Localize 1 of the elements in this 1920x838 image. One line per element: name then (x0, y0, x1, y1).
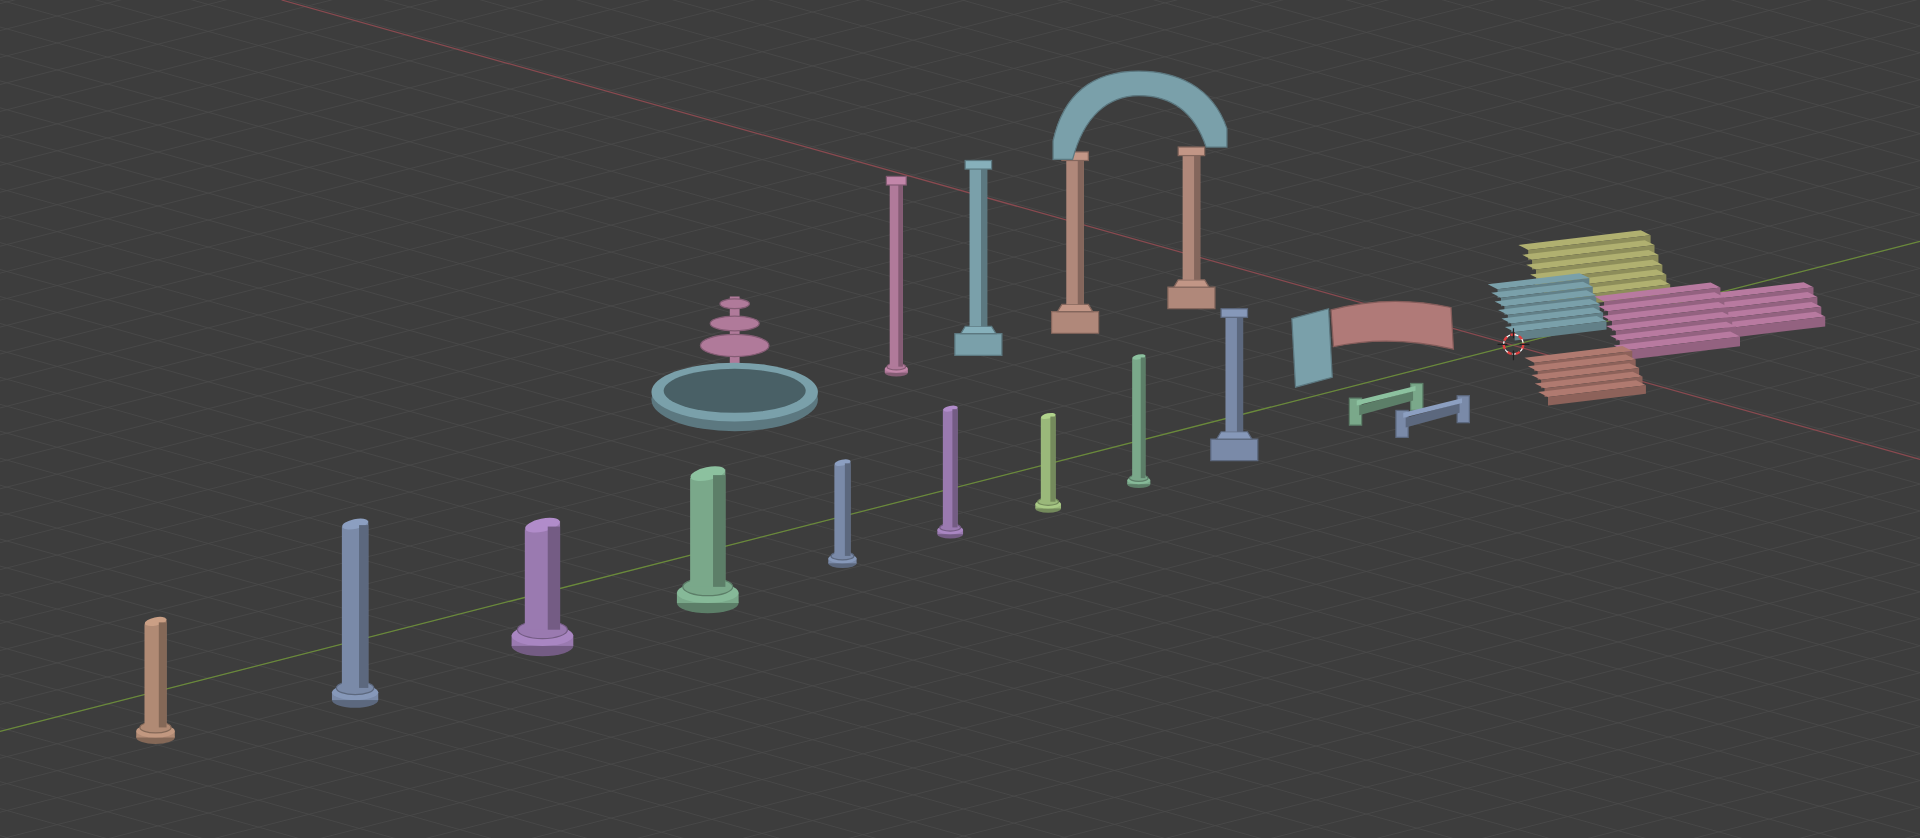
3d-cursor-icon (1496, 327, 1530, 361)
